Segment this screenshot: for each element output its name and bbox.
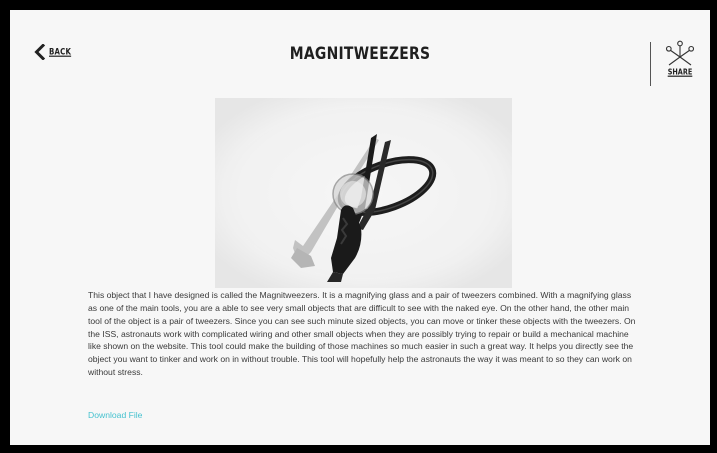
share-label: SHARE [667, 67, 693, 77]
page-title: MAGNITWEEZERS [289, 44, 431, 64]
share-network-icon [665, 40, 695, 66]
back-label: BACK [49, 47, 72, 57]
product-image [215, 98, 512, 288]
download-file-link[interactable]: Download File [88, 410, 142, 420]
description-text: This object that I have designed is call… [88, 290, 636, 378]
magnitweezers-render [215, 98, 512, 288]
app-screen: BACK MAGNITWEEZERS SHARE This object tha… [10, 10, 710, 445]
share-button[interactable]: SHARE [660, 40, 700, 77]
header-divider [650, 42, 651, 86]
chevron-left-icon [34, 44, 46, 60]
back-button[interactable]: BACK [34, 44, 71, 60]
